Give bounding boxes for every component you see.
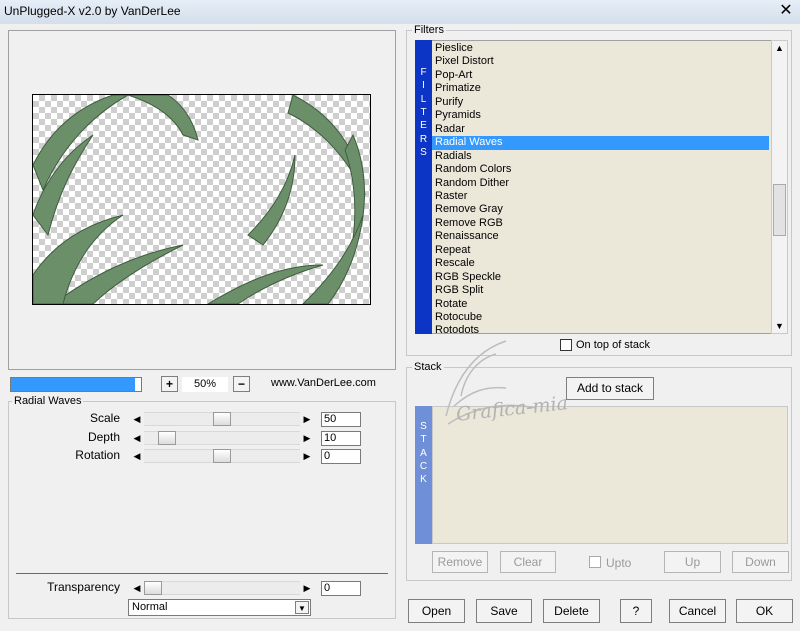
filter-list-item[interactable]: Random Dither — [432, 177, 769, 191]
website-link[interactable]: www.VanDerLee.com — [271, 377, 376, 389]
delete-button[interactable]: Delete — [543, 599, 600, 623]
filters-sidebar-letter: E — [420, 120, 427, 132]
save-button[interactable]: Save — [476, 599, 532, 623]
filter-list-item[interactable]: Radar — [432, 123, 769, 137]
filter-list-item[interactable]: Pyramids — [432, 109, 769, 123]
filter-list-item[interactable]: Radial Waves — [432, 136, 769, 150]
filters-sidebar-letter: S — [420, 146, 427, 158]
depth-label: Depth — [87, 430, 120, 444]
depth-slider-thumb[interactable] — [158, 431, 176, 445]
zoom-in-button[interactable]: + — [161, 376, 178, 392]
stack-sidebar-letter: A — [420, 447, 427, 459]
zoom-out-button[interactable]: − — [233, 376, 250, 392]
depth-value-input[interactable]: 10 — [321, 431, 361, 446]
scroll-down-icon[interactable]: ▼ — [772, 319, 787, 333]
chevron-down-icon[interactable]: ▼ — [295, 601, 309, 614]
filters-sidebar-letter: T — [420, 106, 427, 118]
filter-list-item[interactable]: RGB Split — [432, 284, 769, 298]
filters-sidebar-letter: F — [420, 67, 427, 78]
separator-line — [16, 573, 388, 574]
filter-list-item[interactable]: Random Colors — [432, 163, 769, 177]
filter-list-item[interactable]: Pieslice — [432, 42, 769, 56]
rotation-value-input[interactable]: 0 — [321, 449, 361, 464]
zoom-level: 50% — [182, 377, 228, 392]
filter-list-item[interactable]: Radials — [432, 150, 769, 164]
filter-list-item[interactable]: Pop-Art — [432, 69, 769, 83]
filter-list[interactable]: Pieslice Pixel Distort Pop-Art Primatize Pur… — [432, 40, 771, 334]
scale-value-input[interactable]: 50 — [321, 412, 361, 427]
filters-group-title: Filters — [412, 24, 446, 36]
filter-list-item[interactable]: Remove RGB — [432, 217, 769, 231]
filter-list-scrollbar[interactable]: ▲ ▼ — [771, 40, 788, 334]
radial-waves-preview-image — [33, 95, 366, 304]
stack-sidebar: STACK — [415, 406, 432, 544]
filter-list-item[interactable]: Repeat — [432, 244, 769, 258]
scale-right-arrow-icon[interactable]: ▶ — [300, 412, 314, 426]
blend-mode-value: Normal — [132, 601, 168, 613]
filters-sidebar: FILTERS — [415, 40, 432, 334]
rotation-slider-thumb[interactable] — [213, 449, 231, 463]
stack-list[interactable] — [432, 406, 788, 544]
filters-sidebar-letter: L — [420, 93, 427, 105]
stack-sidebar-letter: S — [420, 421, 427, 432]
rotation-left-arrow-icon[interactable]: ◀ — [130, 449, 144, 463]
rotation-label: Rotation — [75, 448, 120, 462]
filters-sidebar-letter: I — [422, 80, 425, 92]
remove-button[interactable]: Remove — [432, 551, 488, 573]
down-button[interactable]: Down — [732, 551, 789, 573]
help-button[interactable]: ? — [620, 599, 652, 623]
ok-button[interactable]: OK — [736, 599, 793, 623]
filter-list-item[interactable]: Primatize — [432, 82, 769, 96]
depth-right-arrow-icon[interactable]: ▶ — [300, 431, 314, 445]
open-button[interactable]: Open — [408, 599, 465, 623]
transparency-right-arrow-icon[interactable]: ▶ — [300, 581, 314, 595]
filters-sidebar-letter: R — [419, 133, 428, 145]
rotation-right-arrow-icon[interactable]: ▶ — [300, 449, 314, 463]
scrollbar-thumb[interactable] — [773, 184, 786, 236]
upto-label: Upto — [606, 556, 632, 570]
filter-list-item[interactable]: Pixel Distort — [432, 55, 769, 69]
up-button[interactable]: Up — [664, 551, 721, 573]
window-title: UnPlugged-X v2.0 by VanDerLee — [4, 4, 181, 18]
filter-list-item[interactable]: Purify — [432, 96, 769, 110]
stack-sidebar-letter: C — [419, 460, 428, 472]
filter-list-item[interactable]: Rescale — [432, 257, 769, 271]
filter-list-item[interactable]: RGB Speckle — [432, 271, 769, 285]
parameters-group-title: Radial Waves — [12, 395, 84, 407]
filter-list-item[interactable]: Rotodots — [432, 324, 769, 333]
filter-list-item[interactable]: Remove Gray — [432, 203, 769, 217]
transparency-value-input[interactable]: 0 — [321, 581, 361, 596]
scale-left-arrow-icon[interactable]: ◀ — [130, 412, 144, 426]
close-button[interactable]: ✕ — [776, 2, 796, 20]
stack-sidebar-letter: K — [420, 474, 427, 486]
filter-list-item[interactable]: Rotocube — [432, 311, 769, 325]
blend-mode-select[interactable]: Normal ▼ — [128, 599, 311, 616]
filter-list-item[interactable]: Raster — [432, 190, 769, 204]
cancel-button[interactable]: Cancel — [669, 599, 726, 623]
transparency-left-arrow-icon[interactable]: ◀ — [130, 581, 144, 595]
clear-button[interactable]: Clear — [500, 551, 556, 573]
filter-list-item[interactable]: Rotate — [432, 298, 769, 312]
progress-bar — [10, 377, 142, 392]
scroll-up-icon[interactable]: ▲ — [772, 41, 787, 55]
scale-label: Scale — [89, 411, 120, 425]
depth-left-arrow-icon[interactable]: ◀ — [130, 431, 144, 445]
filter-list-item[interactable]: Renaissance — [432, 230, 769, 244]
progress-fill — [11, 378, 135, 391]
upto-checkbox[interactable] — [589, 556, 601, 568]
scale-slider-thumb[interactable] — [213, 412, 231, 426]
preview-canvas[interactable] — [32, 94, 371, 305]
stack-sidebar-letter: T — [420, 434, 427, 446]
transparency-slider-thumb[interactable] — [144, 581, 162, 595]
transparency-label: Transparency — [47, 580, 120, 594]
